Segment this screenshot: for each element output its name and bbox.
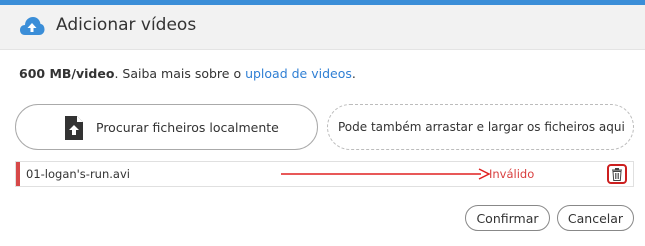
- drop-zone-label: Pode também arrastar e largar os ficheir…: [338, 120, 625, 134]
- delete-file-button[interactable]: [607, 164, 627, 184]
- dialog-title: Adicionar vídeos: [56, 15, 197, 35]
- trash-icon: [612, 168, 622, 181]
- drop-zone[interactable]: Pode também arrastar e largar os ficheir…: [327, 104, 634, 150]
- cloud-upload-icon: [19, 16, 45, 36]
- upload-info: 600 MB/video. Saiba mais sobre o upload …: [19, 66, 356, 81]
- file-upload-icon: [64, 115, 84, 141]
- size-limit: 600 MB/video: [19, 66, 115, 81]
- annotation-arrow-icon: [281, 168, 491, 180]
- file-name: 01-logan's-run.avi: [26, 167, 130, 181]
- info-text: . Saiba mais sobre o: [114, 66, 246, 81]
- cancel-button[interactable]: Cancelar: [557, 205, 634, 231]
- upload-videos-link[interactable]: upload de videos: [245, 66, 352, 81]
- browse-label: Procurar ficheiros localmente: [96, 120, 279, 135]
- browse-local-files-button[interactable]: Procurar ficheiros localmente: [15, 104, 318, 150]
- confirm-button[interactable]: Confirmar: [465, 205, 550, 231]
- info-end: .: [351, 66, 356, 81]
- error-marker: [16, 162, 20, 186]
- file-row: 01-logan's-run.avi Inválido: [15, 161, 634, 187]
- file-status: Inválido: [489, 167, 535, 181]
- dialog-header: Adicionar vídeos: [0, 5, 645, 50]
